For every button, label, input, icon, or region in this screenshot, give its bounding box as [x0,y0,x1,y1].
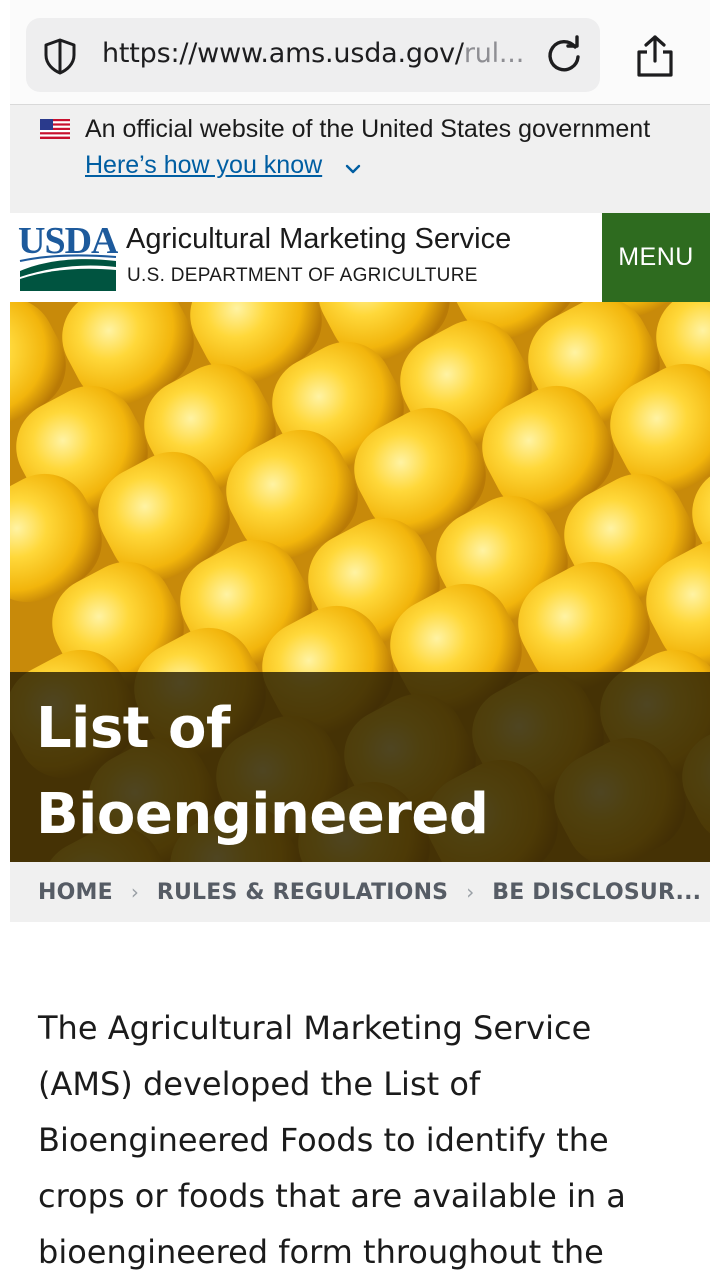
breadcrumb-separator: › [130,880,139,904]
site-header: USDA Agricultural Marketing Service U.S.… [10,213,710,303]
breadcrumb-rules-regulations[interactable]: RULES & REGULATIONS [157,880,448,905]
usda-logo[interactable]: USDA [18,221,118,291]
gov-banner: An official website of the United States… [10,105,710,213]
hero-banner: List of Bioengineered Foods [10,302,710,862]
address-bar[interactable]: https://www.ams.usda.gov/rul... [26,18,600,92]
url-main: https://www.ams.usda.gov/ [102,38,464,69]
url-text[interactable]: https://www.ams.usda.gov/rul... [102,38,524,69]
official-site-text: An official website of the United States… [85,115,651,143]
menu-button[interactable]: MENU [602,213,710,302]
reload-icon[interactable] [544,35,584,75]
page-title: List of Bioengineered Foods [36,696,489,847]
breadcrumb-be-disclosure[interactable]: BE DISCLOSUR... [492,880,701,905]
url-truncated: rul... [463,38,525,69]
browser-viewport: https://www.ams.usda.gov/rul... An offic… [10,0,710,1280]
chevron-down-icon[interactable] [345,163,361,175]
us-flag-icon [40,119,70,139]
browser-toolbar: https://www.ams.usda.gov/rul... [10,0,710,105]
breadcrumb-separator: › [466,880,475,904]
agency-name[interactable]: Agricultural Marketing Service [126,223,511,256]
department-name: U.S. DEPARTMENT OF AGRICULTURE [127,265,478,286]
how-you-know-link[interactable]: Here’s how you know [85,151,322,180]
breadcrumb: HOME › RULES & REGULATIONS › BE DISCLOSU… [10,862,710,922]
share-icon[interactable] [634,34,676,78]
breadcrumb-home[interactable]: HOME [38,880,113,905]
shield-icon[interactable] [40,36,80,76]
intro-paragraph: The Agricultural Marketing Service (AMS)… [38,1009,626,1271]
